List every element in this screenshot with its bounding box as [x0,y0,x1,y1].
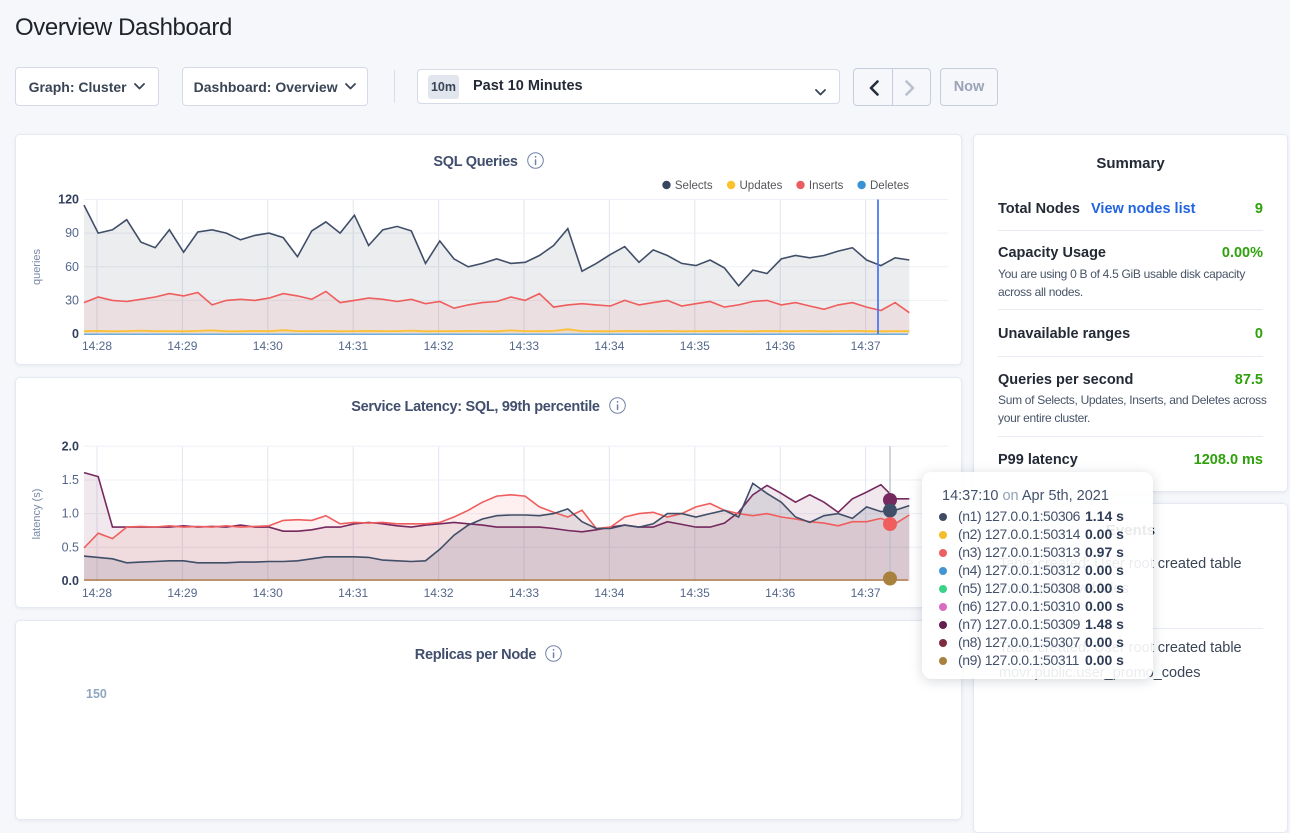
svg-text:0.5: 0.5 [62,540,79,554]
svg-text:14:33: 14:33 [509,586,539,600]
svg-text:14:30: 14:30 [253,339,283,353]
svg-text:latency (s): latency (s) [31,489,43,540]
svg-text:Updates: Updates [740,180,783,192]
svg-text:0.0: 0.0 [62,574,79,588]
svg-text:14:32: 14:32 [424,339,454,353]
svg-text:14:29: 14:29 [167,339,197,353]
svg-text:Selects: Selects [675,180,713,192]
svg-text:14:29: 14:29 [167,586,197,600]
svg-text:14:31: 14:31 [338,339,368,353]
svg-text:14:37: 14:37 [851,586,881,600]
svg-text:90: 90 [65,226,79,240]
svg-text:queries: queries [31,248,43,285]
svg-text:0: 0 [72,327,79,341]
svg-text:1.5: 1.5 [62,473,79,487]
svg-text:14:28: 14:28 [82,339,112,353]
svg-text:120: 120 [58,193,79,207]
svg-text:14:34: 14:34 [594,586,624,600]
svg-text:14:33: 14:33 [509,339,539,353]
svg-text:14:37: 14:37 [851,339,881,353]
svg-text:14:32: 14:32 [424,586,454,600]
svg-text:1.0: 1.0 [62,507,79,521]
svg-text:14:34: 14:34 [594,339,624,353]
svg-text:14:36: 14:36 [765,586,795,600]
svg-text:14:30: 14:30 [253,586,283,600]
svg-text:14:28: 14:28 [82,586,112,600]
svg-text:30: 30 [65,293,79,307]
svg-text:14:31: 14:31 [338,586,368,600]
svg-text:14:36: 14:36 [765,339,795,353]
svg-text:14:35: 14:35 [680,339,710,353]
svg-text:Deletes: Deletes [870,180,909,192]
svg-text:14:35: 14:35 [680,586,710,600]
svg-text:2.0: 2.0 [62,439,79,453]
svg-text:60: 60 [65,260,79,274]
svg-text:Inserts: Inserts [809,180,844,192]
